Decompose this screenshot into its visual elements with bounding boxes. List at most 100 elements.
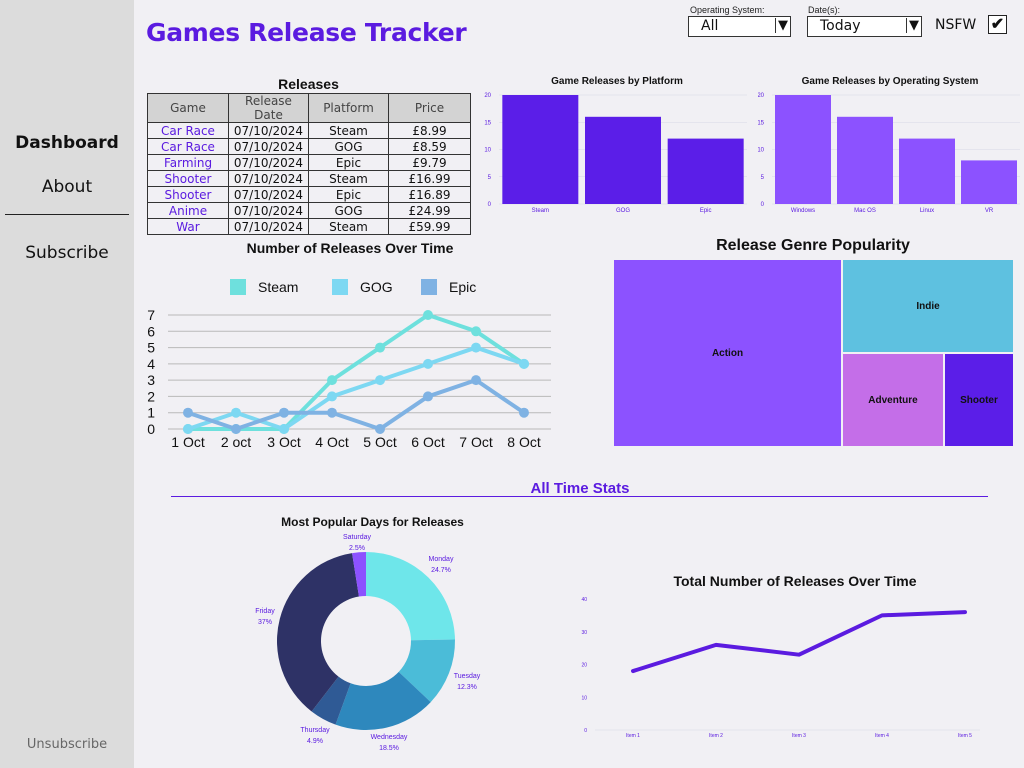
bar[interactable] <box>775 95 831 204</box>
release-date-cell: 07/10/2024 <box>228 122 309 139</box>
x-tick-label: GOG <box>616 208 630 214</box>
price-cell: £16.99 <box>388 170 471 187</box>
legend-label[interactable]: Steam <box>258 279 298 295</box>
treemap-cell[interactable]: Shooter <box>945 354 1013 446</box>
section-divider <box>171 496 988 497</box>
y-tick-label: 7 <box>147 307 155 323</box>
data-point[interactable] <box>375 424 385 434</box>
bar[interactable] <box>837 116 893 204</box>
price-cell: £59.99 <box>388 218 471 235</box>
data-point[interactable] <box>327 375 337 386</box>
nav-subscribe[interactable]: Subscribe <box>0 243 134 263</box>
legend-swatch <box>332 279 348 295</box>
table-row: Car Race 07/10/2024 GOG £8.59 <box>147 138 471 155</box>
price-cell: £24.99 <box>388 202 471 219</box>
data-point[interactable] <box>423 358 433 369</box>
data-point[interactable] <box>183 407 193 418</box>
nav-dashboard[interactable]: Dashboard <box>0 133 134 153</box>
price-cell: £8.99 <box>388 122 471 139</box>
data-point[interactable] <box>279 424 289 434</box>
releases-over-time-chart: Steam GOG Epic 01234567 1 Oct 2 oct 3 Oct 4 Oct… <box>147 279 551 450</box>
data-point[interactable] <box>327 391 337 402</box>
data-point[interactable] <box>423 310 433 320</box>
y-tick-label: 1 <box>147 405 155 421</box>
x-tick-label: 3 Oct <box>267 434 301 450</box>
data-point[interactable] <box>471 326 481 337</box>
slice-label: Monday <box>429 556 454 563</box>
game-cell[interactable]: Anime <box>147 202 229 219</box>
release-date-cell: 07/10/2024 <box>228 186 309 203</box>
data-point[interactable] <box>231 407 241 418</box>
y-tick-label: 10 <box>484 148 491 154</box>
x-tick-label: 8 Oct <box>507 434 541 450</box>
x-tick-label: 5 Oct <box>363 434 397 450</box>
legend-label[interactable]: Epic <box>449 279 476 295</box>
table-row: Shooter 07/10/2024 Steam £16.99 <box>147 170 471 187</box>
release-date-cell: 07/10/2024 <box>228 218 309 235</box>
y-tick-label: 30 <box>581 630 587 636</box>
data-point[interactable] <box>327 407 337 418</box>
total-releases-line-chart: 0 10 20 30 40 Item 1 Item 2 Item 3 Item 4 Item 5 <box>581 597 980 739</box>
y-tick-label: 10 <box>758 148 765 154</box>
releases-table-title: Releases <box>278 76 339 92</box>
bar[interactable] <box>961 160 1017 204</box>
data-point[interactable] <box>471 342 481 353</box>
series-line[interactable] <box>631 610 967 674</box>
nsfw-checkbox[interactable]: ✔ <box>988 15 1007 34</box>
slice-percent: 18.5% <box>379 745 399 752</box>
data-point[interactable] <box>423 391 433 402</box>
bar[interactable] <box>667 138 744 204</box>
platform-cell: Epic <box>308 154 389 171</box>
data-point[interactable] <box>183 424 193 434</box>
game-cell[interactable]: Shooter <box>147 170 229 187</box>
treemap-cell[interactable]: Action <box>614 260 841 446</box>
game-cell[interactable]: Shooter <box>147 186 229 203</box>
treemap-cell[interactable]: Adventure <box>843 354 943 446</box>
x-tick-label: 1 Oct <box>171 434 205 450</box>
releases-table: Game Release Date Platform Price Car Rac… <box>147 93 471 235</box>
release-date-cell: 07/10/2024 <box>228 138 309 155</box>
page-title: Games Release Tracker <box>146 18 467 47</box>
os-filter-select[interactable]: All ▼ <box>688 16 791 37</box>
column-header-release-date[interactable]: Release Date <box>228 93 309 123</box>
platform-cell: Epic <box>308 186 389 203</box>
column-header-price[interactable]: Price <box>388 93 471 123</box>
legend-label[interactable]: GOG <box>360 279 393 295</box>
x-tick-label: Mac OS <box>854 208 876 214</box>
bar[interactable] <box>585 116 661 204</box>
game-cell[interactable]: War <box>147 218 229 235</box>
table-row: Farming 07/10/2024 Epic £9.79 <box>147 154 471 171</box>
price-cell: £9.79 <box>388 154 471 171</box>
game-cell[interactable]: Car Race <box>147 138 229 155</box>
column-header-platform[interactable]: Platform <box>308 93 389 123</box>
data-point[interactable] <box>471 375 481 386</box>
x-tick-label: Linux <box>920 208 934 214</box>
bar[interactable] <box>502 95 579 204</box>
slice-percent: 4.9% <box>307 738 323 745</box>
treemap-cell[interactable]: Indie <box>843 260 1013 352</box>
data-point[interactable] <box>375 375 385 386</box>
data-point[interactable] <box>231 424 241 434</box>
os-chart-title: Game Releases by Operating System <box>801 76 979 87</box>
popular-days-donut-chart: Monday 24.7% Tuesday 12.3% Wednesday 18.5% Thu… <box>255 534 481 752</box>
column-header-game[interactable]: Game <box>147 93 229 123</box>
slice-label: Saturday <box>343 534 372 541</box>
game-cell[interactable]: Car Race <box>147 122 229 139</box>
data-point[interactable] <box>519 407 529 418</box>
bar[interactable] <box>899 138 955 204</box>
platform-cell: GOG <box>308 202 389 219</box>
table-row: Anime 07/10/2024 GOG £24.99 <box>147 202 471 219</box>
nav-unsubscribe[interactable]: Unsubscribe <box>0 737 134 752</box>
data-point[interactable] <box>519 358 529 369</box>
data-point[interactable] <box>375 342 385 353</box>
date-filter-value: Today <box>820 18 861 34</box>
x-tick-label: Item 5 <box>958 733 972 739</box>
releases-over-time-title: Number of Releases Over Time <box>246 240 454 256</box>
date-filter-select[interactable]: Today ▼ <box>807 16 922 37</box>
data-point[interactable] <box>279 407 289 418</box>
pie-slice[interactable] <box>366 552 455 641</box>
y-tick-label: 5 <box>488 175 492 181</box>
release-date-cell: 07/10/2024 <box>228 154 309 171</box>
game-cell[interactable]: Farming <box>147 154 229 171</box>
nav-about[interactable]: About <box>0 177 134 197</box>
